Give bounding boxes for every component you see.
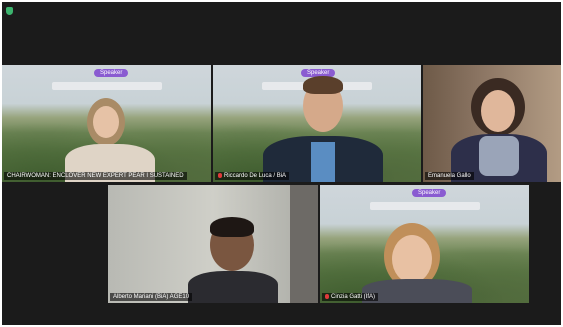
- video-tile-cinzia[interactable]: Speaker Cinzia Gatti (IfA): [320, 185, 529, 303]
- participant-video: [362, 213, 482, 303]
- security-shield-icon[interactable]: [6, 7, 13, 15]
- speaker-badge: Speaker: [412, 189, 447, 197]
- video-call-window: Speaker CHAIRWOMAN: ENCLOVER NEW EXPERT …: [2, 2, 561, 325]
- video-tile-alberto[interactable]: Alberto Mariani (BiA) AGE10: [108, 185, 318, 303]
- participant-video: [57, 82, 167, 182]
- participant-name-label: Cinzia Gatti (IfA): [322, 293, 379, 301]
- mic-muted-icon: [325, 293, 329, 299]
- participant-video: [263, 72, 383, 182]
- video-tile-chairwoman[interactable]: Speaker CHAIRWOMAN: ENCLOVER NEW EXPERT …: [2, 65, 211, 182]
- participant-name-label: Alberto Mariani (BiA) AGE10: [110, 293, 193, 301]
- video-tile-emanuela[interactable]: Emanuela Gallo: [423, 65, 561, 182]
- participant-video: [188, 213, 278, 303]
- speaker-badge: Speaker: [94, 69, 129, 77]
- participant-name-label: CHAIRWOMAN: ENCLOVER NEW EXPERT PEAR I S…: [4, 172, 187, 180]
- sponsor-logos: [369, 202, 480, 210]
- participant-name-label: Emanuela Gallo: [425, 172, 474, 180]
- video-tile-riccardo[interactable]: Speaker Riccardo De Luca / BiA: [213, 65, 421, 182]
- participant-video: [443, 72, 553, 182]
- participant-name-label: Riccardo De Luca / BiA: [215, 172, 290, 180]
- mic-muted-icon: [218, 172, 222, 178]
